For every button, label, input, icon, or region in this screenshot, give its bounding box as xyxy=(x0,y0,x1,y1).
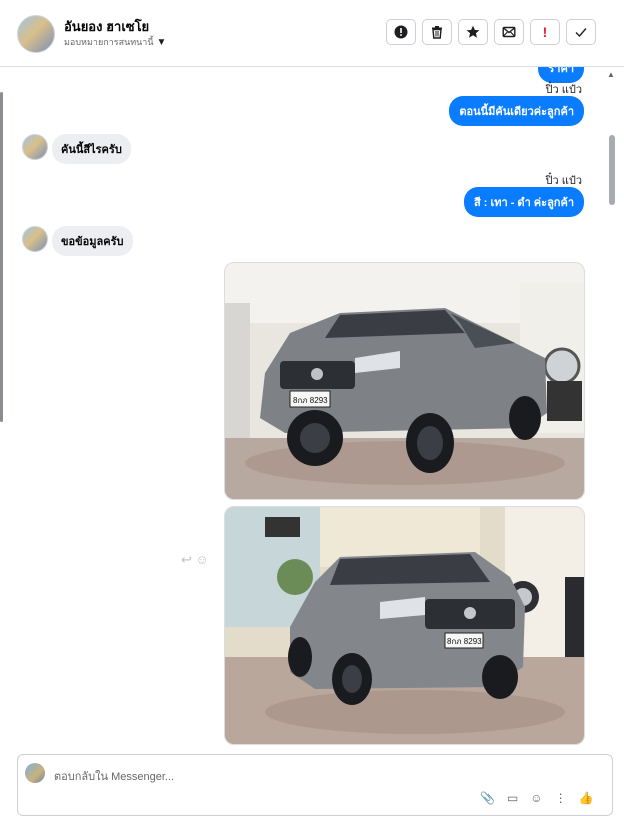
reply-composer[interactable]: ตอบกลับใน Messenger... 📎 ▭ ☺ ⋮ 👍 xyxy=(17,754,613,816)
svg-text:8กภ 8293: 8กภ 8293 xyxy=(293,396,328,405)
message-thread[interactable]: ราคา ปิ๋ว แป๋ว ตอนนี้มีคันเดียวค่ะลูกค้า… xyxy=(0,67,624,751)
message-bubble-outgoing[interactable]: ตอนนี้มีคันเดียวค่ะลูกค้า xyxy=(449,96,584,126)
page-avatar xyxy=(25,763,45,783)
spam-button[interactable] xyxy=(386,19,416,45)
pickup-truck-image: 8กภ 8293 xyxy=(225,507,584,744)
message-bubble-incoming[interactable]: คันนี้สีไรครับ xyxy=(52,134,131,164)
follow-up-button[interactable]: ! xyxy=(530,19,560,45)
contact-name[interactable]: อันยอง ฮาเซโย xyxy=(64,16,149,37)
left-panel-scrollbar[interactable] xyxy=(0,92,3,422)
photo-attachment[interactable]: 8กภ 8293 xyxy=(224,506,585,745)
composer-toolbar: 📎 ▭ ☺ ⋮ 👍 xyxy=(480,791,594,805)
react-icon[interactable]: ☺ xyxy=(196,552,209,567)
message-bubble-outgoing[interactable]: สี : เทา - ดำ ค่ะลูกค้า xyxy=(463,187,584,217)
done-button[interactable] xyxy=(566,19,596,45)
envelope-icon xyxy=(502,26,516,38)
pickup-truck-image: 8กภ 8293 xyxy=(225,263,584,499)
delete-button[interactable] xyxy=(422,19,452,45)
thread-scrollbar[interactable] xyxy=(609,135,615,205)
saved-replies-icon[interactable]: ▭ xyxy=(507,791,518,805)
red-exclamation-icon: ! xyxy=(542,24,548,40)
star-button[interactable] xyxy=(458,19,488,45)
message-bubble-incoming[interactable]: ขอข้อมูลครับ xyxy=(52,226,133,256)
photo-attachment[interactable]: 8กภ 8293 xyxy=(224,262,585,500)
caret-down-icon: ▼ xyxy=(156,37,167,48)
star-icon xyxy=(466,25,480,38)
like-icon[interactable]: 👍 xyxy=(579,791,594,805)
svg-text:8กภ 8293: 8กภ 8293 xyxy=(447,637,482,646)
more-icon[interactable]: ⋮ xyxy=(555,791,567,805)
message-actions: ↩ ☺ xyxy=(181,552,209,568)
contact-avatar xyxy=(22,226,48,252)
trash-icon xyxy=(432,26,442,39)
emoji-icon[interactable]: ☺ xyxy=(530,791,542,805)
attach-icon[interactable]: 📎 xyxy=(480,791,495,805)
assign-conversation-dropdown[interactable]: มอบหมายการสนทนานี้ ▼ xyxy=(64,35,166,49)
avatar[interactable] xyxy=(17,15,55,53)
scroll-up-arrow-icon[interactable]: ▲ xyxy=(607,70,615,79)
exclamation-circle-icon xyxy=(394,25,408,39)
assign-label: มอบหมายการสนทนานี้ xyxy=(64,37,154,47)
check-icon xyxy=(575,28,587,38)
reply-input[interactable]: ตอบกลับใน Messenger... xyxy=(54,767,174,785)
reply-icon[interactable]: ↩ xyxy=(181,552,192,567)
conversation-header: อันยอง ฮาเซโย มอบหมายการสนทนานี้ ▼ ! xyxy=(0,0,624,67)
contact-avatar xyxy=(22,134,48,160)
mark-unread-button[interactable] xyxy=(494,19,524,45)
